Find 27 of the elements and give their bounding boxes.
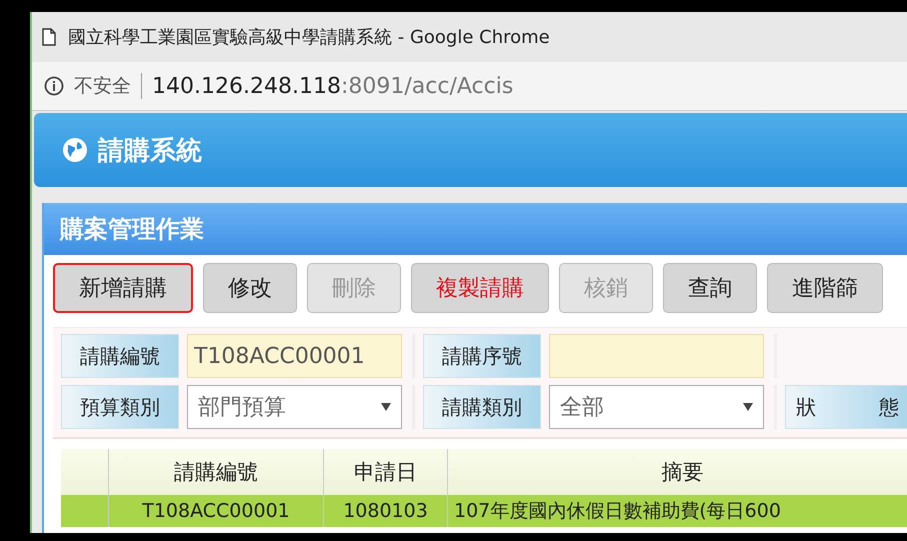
table-row[interactable]: T108ACC00001 1080103 107年度國內休假日數補助費(每日600 bbox=[61, 495, 907, 527]
toolbar-button[interactable]: 進階篩 bbox=[767, 263, 883, 313]
dropdown-caret-icon bbox=[743, 403, 753, 411]
url-text[interactable]: 140.126.248.118:8091/acc/Accis bbox=[152, 74, 514, 98]
field-label: 請購序號 bbox=[423, 334, 541, 378]
dropdown-caret-icon bbox=[381, 403, 391, 411]
table-cell: 1080103 bbox=[324, 495, 448, 527]
globe-icon bbox=[62, 137, 88, 163]
toolbar-button[interactable]: 修改 bbox=[203, 263, 297, 313]
app-title: 請購系統 bbox=[98, 134, 202, 168]
dropdown-field[interactable]: 全部 bbox=[549, 385, 764, 429]
field-label: 請購類別 bbox=[423, 385, 541, 429]
dropdown-field[interactable]: 部門預算 bbox=[187, 385, 402, 429]
security-label[interactable]: 不安全 bbox=[74, 73, 131, 99]
toolbar-button[interactable]: 查詢 bbox=[663, 263, 757, 313]
text-field[interactable]: T108ACC00001 bbox=[187, 334, 402, 378]
field-label: 預算類別 bbox=[61, 385, 179, 429]
panel-title: 購案管理作業 bbox=[60, 214, 204, 245]
field-label: 狀 態 bbox=[785, 385, 907, 429]
toolbar-button[interactable]: 新增請購 bbox=[53, 263, 193, 313]
field-label: 請購編號 bbox=[61, 334, 179, 378]
text-field[interactable] bbox=[549, 334, 764, 378]
info-icon[interactable] bbox=[44, 76, 64, 96]
table-cell: T108ACC00001 bbox=[109, 495, 324, 527]
table-cell: 107年度國內休假日數補助費(每日600 bbox=[448, 495, 907, 527]
page-icon bbox=[42, 28, 56, 46]
window-title: 國立科學工業園區實驗高級中學請購系統 - Google Chrome bbox=[68, 26, 550, 49]
